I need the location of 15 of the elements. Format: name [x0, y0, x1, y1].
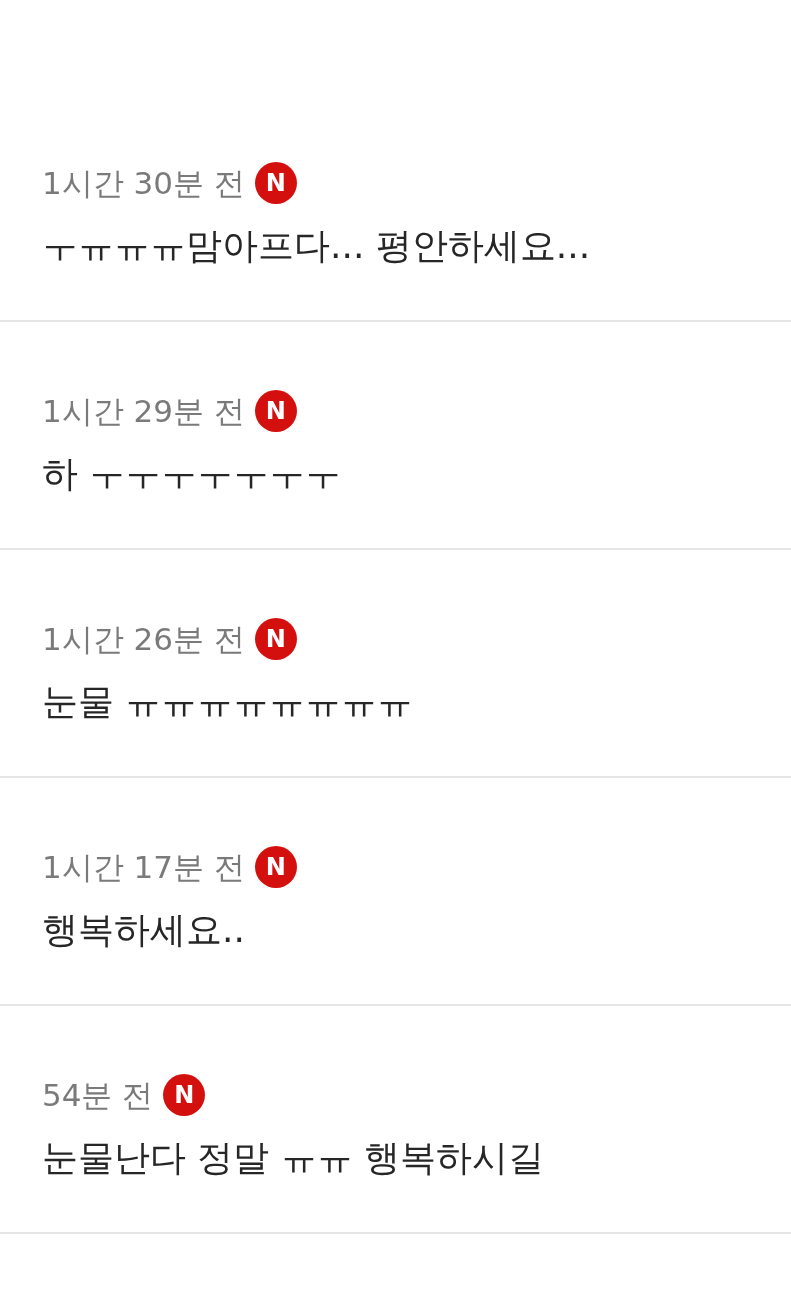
comment-text: ㅜㅠㅠㅠ맘아프다... 평안하세요...: [42, 224, 592, 268]
new-badge: N: [254, 618, 297, 660]
new-badge: N: [254, 162, 297, 204]
comment-time: 1시간 30분 전: [42, 164, 245, 203]
comment-time: 54분 전: [42, 1076, 154, 1115]
comment-time: 1시간 17분 전: [42, 848, 245, 887]
comment-text: 눈물난다 정말 ㅠㅠ 행복하시길: [42, 1136, 546, 1180]
comment-time: 1시간 26분 전: [42, 620, 245, 659]
comment-text: 행복하세요..: [42, 908, 246, 952]
new-badge: N: [254, 846, 297, 888]
comment-text: 눈물 ㅠㅠㅠㅠㅠㅠㅠㅠ: [42, 680, 415, 724]
comment-time: 1시간 29분 전: [42, 392, 245, 431]
new-badge: N: [163, 1074, 206, 1116]
comment-text: 하 ㅜㅜㅜㅜㅜㅜㅜ: [42, 452, 343, 496]
new-badge: N: [254, 390, 297, 432]
